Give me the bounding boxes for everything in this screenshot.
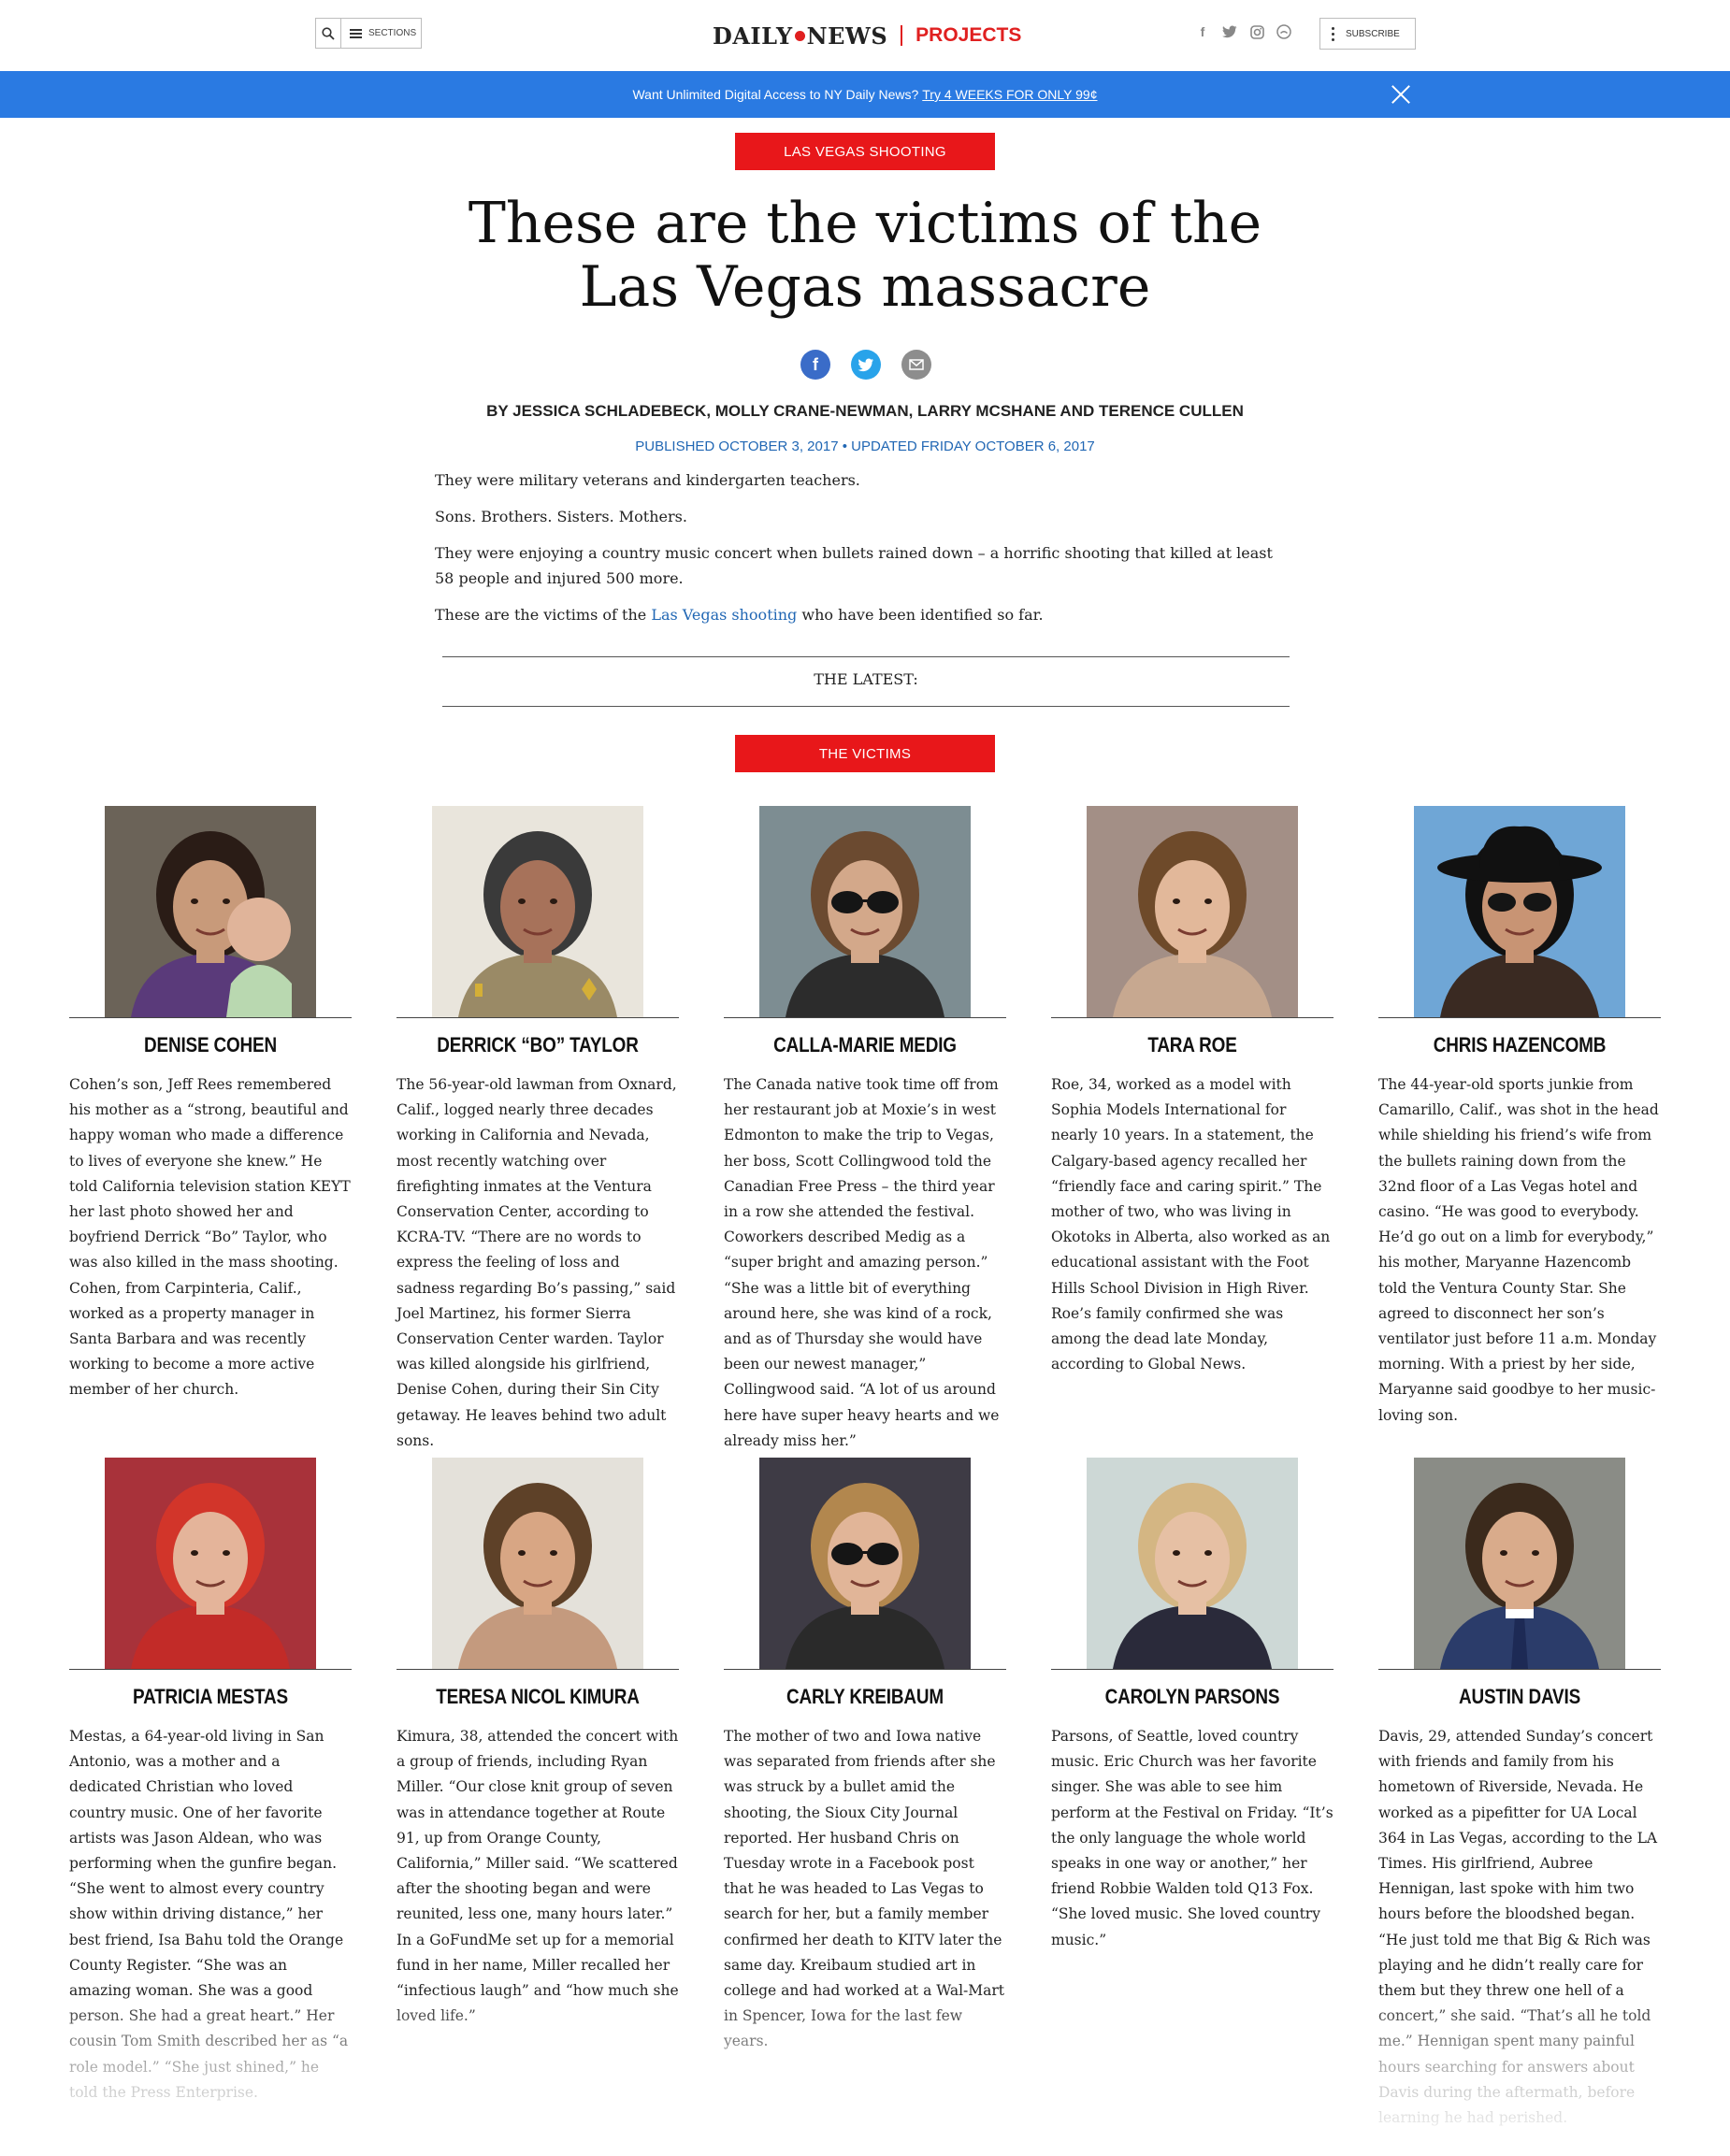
victim-name: DENISE COHEN	[144, 1033, 277, 1056]
logo-divider	[901, 25, 903, 46]
victim-card: TERESA NICOL KIMURA Kimura, 38, attended …	[396, 1458, 679, 2029]
victim-card: CARLY KREIBAUM The mother of two and Iowa…	[724, 1458, 1006, 2055]
intro-paragraph: They were enjoying a country music conce…	[435, 544, 1273, 587]
twitter-icon[interactable]	[1222, 24, 1237, 39]
bottom-fade	[0, 1991, 1730, 2156]
victim-card: CAROLYN PARSONS Parsons, of Seattle, love…	[1051, 1458, 1334, 1953]
victim-name: DERRICK “BO” TAYLOR	[437, 1033, 639, 1056]
section-tag[interactable]: LAS VEGAS SHOOTING	[735, 133, 995, 170]
victim-name: AUSTIN DAVIS	[1458, 1685, 1581, 1708]
victim-photo	[1087, 1458, 1298, 1669]
victim-photo	[432, 1458, 643, 1669]
victim-card: TARA ROE Roe, 34, worked as a model with …	[1051, 806, 1334, 1377]
victims-tag[interactable]: THE VICTIMS	[735, 735, 995, 772]
other-icon[interactable]	[1276, 24, 1291, 39]
victim-name: PATRICIA MESTAS	[133, 1685, 288, 1708]
promo-link[interactable]: Try 4 WEEKS FOR ONLY 99¢	[922, 87, 1097, 102]
victim-name: CHRIS HAZENCOMB	[1433, 1033, 1607, 1056]
victim-bio: Parsons, of Seattle, loved country music…	[1051, 1728, 1334, 1948]
victim-photo	[105, 1458, 316, 1669]
divider	[724, 1669, 1006, 1670]
subscribe-label: SUBSCRIBE	[1346, 28, 1400, 39]
header-social-links: f	[1195, 24, 1291, 39]
victim-photo	[432, 806, 643, 1017]
divider	[442, 706, 1290, 707]
headline-line-2: Las Vegas massacre	[579, 254, 1151, 320]
victim-photo	[759, 1458, 971, 1669]
victim-photo	[1414, 806, 1625, 1017]
latest-label: THE LATEST:	[814, 670, 918, 688]
las-vegas-shooting-link[interactable]: Las Vegas shooting	[651, 606, 797, 624]
victim-bio: The 56-year-old lawman from Oxnard, Cali…	[396, 1076, 677, 1449]
projects-link[interactable]: PROJECTS	[915, 24, 1021, 47]
dateline: PUBLISHED OCTOBER 3, 2017 • UPDATED FRID…	[635, 438, 1095, 454]
facebook-share-icon[interactable]: f	[800, 350, 830, 380]
divider	[69, 1017, 352, 1018]
site-logo[interactable]: DAILY NEWS PROJECTS	[713, 20, 1021, 51]
promo-text: Want Unlimited Digital Access to NY Dail…	[632, 87, 919, 102]
divider	[1051, 1669, 1334, 1670]
subscribe-button[interactable]: SUBSCRIBE	[1319, 18, 1416, 50]
share-buttons: f	[800, 350, 931, 380]
logo-news: NEWS	[806, 22, 888, 50]
divider	[1378, 1669, 1661, 1670]
article-intro: They were military veterans and kinderga…	[435, 467, 1295, 639]
hamburger-icon	[350, 28, 362, 38]
victim-name: TERESA NICOL KIMURA	[436, 1685, 640, 1708]
sections-label: SECTIONS	[368, 28, 417, 38]
divider	[69, 1669, 352, 1670]
victim-name: TARA ROE	[1147, 1033, 1237, 1056]
victim-photo	[105, 806, 316, 1017]
intro-paragraph: These are the victims of the Las Vegas s…	[435, 602, 1295, 627]
byline: BY JESSICA SCHLADEBECK, MOLLY CRANE-NEWM…	[486, 402, 1244, 420]
twitter-share-icon[interactable]	[851, 350, 881, 380]
victim-bio: Cohen’s son, Jeff Rees remembered his mo…	[69, 1076, 351, 1399]
search-button[interactable]	[316, 19, 341, 48]
headline-line-1: These are the victims of the	[468, 191, 1262, 256]
sections-button[interactable]: SECTIONS	[341, 28, 416, 38]
divider	[396, 1669, 679, 1670]
victim-bio: Kimura, 38, attended the concert with a …	[396, 1728, 679, 2024]
victim-photo	[1414, 1458, 1625, 1669]
victim-card: CHRIS HAZENCOMB The 44-year-old sports ju…	[1378, 806, 1661, 1429]
logo-daily: DAILY	[713, 22, 793, 50]
victim-photo	[759, 806, 971, 1017]
email-share-icon[interactable]	[901, 350, 931, 380]
promo-banner: Want Unlimited Digital Access to NY Dail…	[0, 71, 1730, 118]
page-title: These are the victims of the Las Vegas m…	[374, 192, 1356, 319]
divider	[1378, 1017, 1661, 1018]
victim-card: DENISE COHEN Cohen’s son, Jeff Rees remem…	[69, 806, 352, 1403]
intro-text: who have been identified so far.	[797, 606, 1044, 624]
sections-menu[interactable]: SECTIONS	[315, 18, 422, 49]
instagram-icon[interactable]	[1249, 24, 1264, 39]
victim-name: CALLA-MARIE MEDIG	[773, 1033, 957, 1056]
more-options-icon	[1332, 26, 1334, 41]
site-header: SECTIONS DAILY NEWS PROJECTS f SUBSCRIBE	[0, 0, 1730, 71]
facebook-icon[interactable]: f	[1195, 24, 1210, 39]
victim-photo	[1087, 806, 1298, 1017]
divider	[396, 1017, 679, 1018]
victim-name: CAROLYN PARSONS	[1104, 1685, 1280, 1708]
victim-bio: The Canada native took time off from her…	[724, 1076, 1000, 1449]
close-icon[interactable]	[1391, 85, 1410, 104]
divider	[442, 656, 1290, 657]
victim-card: CALLA-MARIE MEDIG The Canada native took …	[724, 806, 1006, 1454]
divider	[1051, 1017, 1334, 1018]
intro-paragraph: Sons. Brothers. Sisters. Mothers.	[435, 508, 687, 525]
intro-text: These are the victims of the	[435, 606, 652, 624]
victim-card: DERRICK “BO” TAYLOR The 56-year-old lawma…	[396, 806, 679, 1454]
divider	[724, 1017, 1006, 1018]
victim-bio: The 44-year-old sports junkie from Camar…	[1378, 1076, 1659, 1424]
victim-name: CARLY KREIBAUM	[786, 1685, 944, 1708]
search-icon	[322, 26, 335, 40]
victim-bio: Roe, 34, worked as a model with Sophia M…	[1051, 1076, 1331, 1373]
intro-paragraph: They were military veterans and kinderga…	[435, 471, 860, 489]
logo-dot-icon	[794, 30, 805, 41]
